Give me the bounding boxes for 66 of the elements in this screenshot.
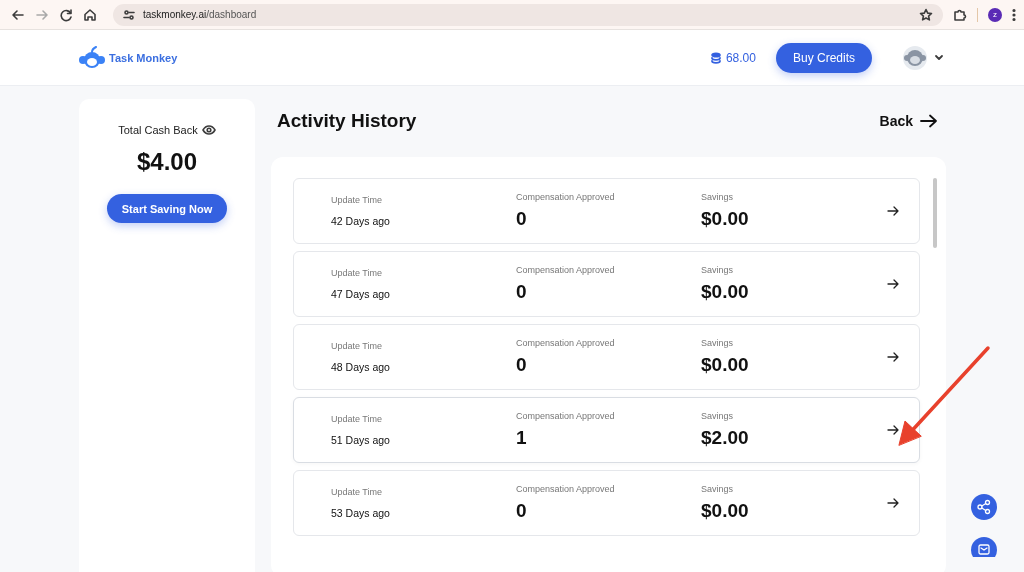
url-text: taskmonkey.ai/dashboard	[143, 9, 257, 20]
back-icon[interactable]	[11, 7, 25, 22]
time-label: Update Time	[331, 341, 384, 351]
monkey-logo-icon[interactable]	[78, 45, 106, 70]
arrow-right-icon[interactable]	[887, 279, 899, 289]
savings-amount: $2.00	[701, 427, 750, 449]
savings-label: Savings	[701, 265, 735, 275]
arrow-right-icon[interactable]	[887, 206, 899, 216]
update-time: 42 Days ago	[331, 215, 391, 227]
savings-amount: $0.00	[701, 500, 750, 522]
credit-balance: 68.00	[725, 50, 756, 65]
site-settings-icon[interactable]	[123, 8, 135, 21]
profile-avatar[interactable]: z	[988, 7, 1002, 22]
time-label: Update Time	[331, 268, 384, 278]
star-icon[interactable]	[919, 7, 933, 22]
compensation-count: 0	[516, 500, 528, 522]
savings-amount: $0.00	[701, 281, 750, 303]
update-time: 51 Days ago	[331, 434, 391, 446]
time-label: Update Time	[331, 195, 384, 205]
mail-icon[interactable]	[971, 537, 997, 557]
cashback-amount: $4.00	[136, 148, 198, 176]
logo-text[interactable]: Task Monkey	[109, 51, 178, 64]
arrow-right-icon[interactable]	[887, 498, 899, 508]
buy-credits-button[interactable]: Buy Credits	[775, 42, 872, 73]
time-label: Update Time	[331, 414, 384, 424]
address-bar[interactable]: taskmonkey.ai/dashboard	[113, 3, 943, 26]
compensation-label: Compensation Approved	[516, 484, 616, 494]
compensation-count: 0	[516, 281, 528, 303]
page-title: Activity History	[277, 110, 417, 132]
cashback-label: Total Cash Back	[118, 124, 198, 136]
reload-icon[interactable]	[59, 7, 73, 22]
savings-label: Savings	[701, 338, 735, 348]
eye-icon[interactable]	[201, 125, 216, 135]
compensation-label: Compensation Approved	[516, 192, 616, 202]
activity-row[interactable]: Update Time 53 Days ago Compensation Approved 0 Savings $0.00	[293, 470, 920, 536]
update-time: 47 Days ago	[331, 288, 391, 300]
coins-icon	[710, 51, 721, 64]
compensation-label: Compensation Approved	[516, 265, 616, 275]
compensation-count: 0	[516, 208, 528, 230]
activity-row[interactable]: Update Time 42 Days ago Compensation Approved 0 Savings $0.00	[293, 178, 920, 244]
activity-row[interactable]: Update Time 51 Days ago Compensation Approved 1 Savings $2.00	[293, 397, 920, 463]
home-icon[interactable]	[83, 7, 97, 22]
puzzle-piece-icon[interactable]	[953, 7, 967, 22]
more-icon[interactable]	[1012, 7, 1016, 22]
share-icon[interactable]	[971, 494, 997, 520]
compensation-label: Compensation Approved	[516, 411, 616, 421]
compensation-label: Compensation Approved	[516, 338, 616, 348]
savings-amount: $0.00	[701, 208, 750, 230]
savings-label: Savings	[701, 484, 735, 494]
update-time: 53 Days ago	[331, 507, 391, 519]
monkey-avatar-icon[interactable]	[902, 44, 928, 71]
savings-label: Savings	[701, 192, 735, 202]
savings-amount: $0.00	[701, 354, 750, 376]
time-label: Update Time	[331, 487, 384, 497]
arrow-right-icon	[920, 114, 938, 128]
arrow-right-icon[interactable]	[887, 425, 899, 435]
update-time: 48 Days ago	[331, 361, 391, 373]
back-link[interactable]: Back	[879, 113, 938, 129]
activity-row[interactable]: Update Time 47 Days ago Compensation Approved 0 Savings $0.00	[293, 251, 920, 317]
arrow-right-icon[interactable]	[887, 352, 899, 362]
activity-row[interactable]: Update Time 48 Days ago Compensation Approved 0 Savings $0.00	[293, 324, 920, 390]
compensation-count: 0	[516, 354, 528, 376]
savings-label: Savings	[701, 411, 735, 421]
chevron-down-icon[interactable]	[934, 53, 944, 62]
start-saving-button[interactable]: Start Saving Now	[106, 194, 228, 223]
compensation-count: 1	[516, 427, 528, 449]
